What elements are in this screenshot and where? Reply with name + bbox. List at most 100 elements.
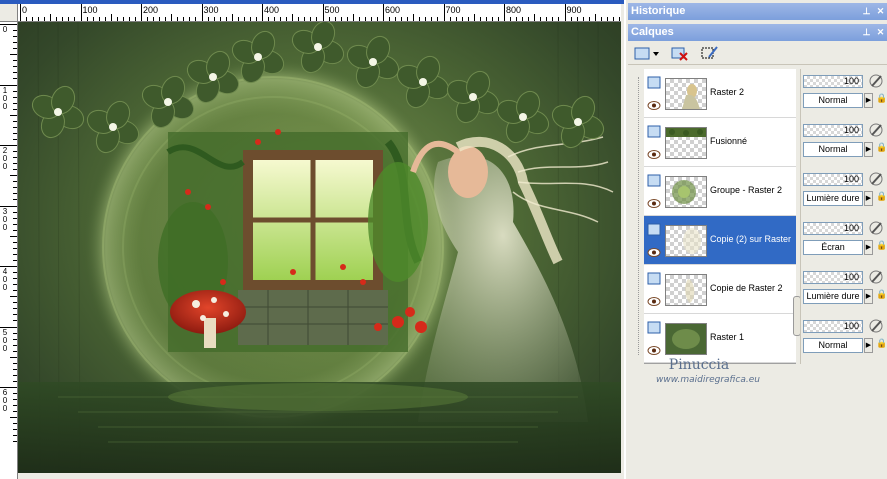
canvas-image[interactable] [18,22,621,473]
watermark-url: www.maidiregrafica.eu [656,375,760,385]
blend-mode-select[interactable]: Lumière dure [803,289,863,304]
pin-icon[interactable]: ⊥ [862,27,871,37]
ruler-minor-tick [13,72,17,74]
edit-selection-button[interactable] [700,44,718,62]
edit-pencil-icon[interactable] [867,171,885,187]
eye-icon[interactable] [647,150,661,159]
opacity-value: 100 [843,125,859,135]
layer-properties: 100 Lumière dure ▶ 🔒 [801,167,887,216]
layer-row[interactable]: Copie (2) sur Raster [644,216,796,265]
ruler-h-label: 200 [143,5,159,15]
ruler-minor-tick [558,17,560,21]
ruler-minor-tick [389,17,391,21]
ruler-minor-tick [13,253,17,255]
right-dock: Historique ⊥ ✕ Calques ⊥ ✕ Raster 2 Fusi… [624,0,887,479]
opacity-slider[interactable]: 100 [803,75,863,88]
ruler-minor-tick [213,17,215,21]
dropdown-arrow-icon[interactable]: ▶ [864,142,873,157]
dropdown-arrow-icon[interactable]: ▶ [864,93,873,108]
ruler-minor-tick [26,17,28,21]
eye-icon[interactable] [647,199,661,208]
tree-guide-line [638,77,639,355]
ruler-h-label: 300 [203,5,219,15]
ruler-minor-tick [491,17,493,21]
layers-panel-header[interactable]: Calques ⊥ ✕ [628,24,887,41]
lock-icon[interactable]: 🔒 [876,94,887,106]
opacity-slider[interactable]: 100 [803,124,863,137]
ruler-minor-tick [13,332,17,334]
layer-row[interactable]: Raster 2 [644,69,796,118]
layer-type-icon [647,76,661,89]
ruler-minor-tick [13,278,17,280]
watermark-name: Pinuccia [668,357,730,373]
ruler-minor-tick [62,17,64,21]
ruler-minor-tick [352,14,354,21]
eye-icon[interactable] [647,297,661,306]
opacity-slider[interactable]: 100 [803,271,863,284]
ruler-minor-tick [540,17,542,21]
ruler-minor-tick [13,199,17,201]
edit-pencil-icon[interactable] [867,220,885,236]
close-icon[interactable]: ✕ [876,6,885,16]
eye-icon[interactable] [647,346,661,355]
history-panel-header[interactable]: Historique ⊥ ✕ [628,3,887,20]
opacity-slider[interactable]: 100 [803,173,863,186]
blend-mode-select[interactable]: Normal [803,338,863,353]
ruler-minor-tick [50,14,52,21]
ruler-minor-tick [13,350,17,352]
opacity-slider[interactable]: 100 [803,320,863,333]
blend-mode-select[interactable]: Écran [803,240,863,255]
edit-pencil-icon[interactable] [867,122,885,138]
layer-row[interactable]: Groupe - Raster 2 [644,167,796,216]
ruler-minor-tick [334,17,336,21]
ruler-minor-tick [473,14,475,21]
lock-icon[interactable]: 🔒 [876,290,887,302]
dropdown-arrow-icon[interactable]: ▶ [864,338,873,353]
edit-pencil-icon[interactable] [867,73,885,89]
layer-row[interactable]: Copie de Raster 2 [644,265,796,314]
opacity-slider[interactable]: 100 [803,222,863,235]
close-icon[interactable]: ✕ [876,27,885,37]
lock-icon[interactable]: 🔒 [876,241,887,253]
edit-pencil-icon[interactable] [867,318,885,334]
ruler-minor-tick [13,344,17,346]
blend-mode-select[interactable]: Normal [803,142,863,157]
ruler-minor-tick [370,17,372,21]
ruler-minor-tick [10,235,17,237]
opacity-value: 100 [843,223,859,233]
lock-icon[interactable]: 🔒 [876,192,887,204]
ruler-minor-tick [431,17,433,21]
eye-icon[interactable] [647,248,661,257]
ruler-minor-tick [522,17,524,21]
ruler-minor-tick [13,247,17,249]
new-layer-button[interactable] [632,44,660,62]
opacity-value: 100 [843,272,859,282]
layer-row[interactable]: Raster 1 [644,314,796,363]
pin-icon[interactable]: ⊥ [862,6,871,16]
blend-mode-select[interactable]: Lumière dure [803,191,863,206]
dropdown-arrow-icon[interactable]: ▶ [864,289,873,304]
ruler-minor-tick [219,17,221,21]
lock-icon[interactable]: 🔒 [876,143,887,155]
ruler-minor-tick [13,151,17,153]
blend-mode-select[interactable]: Normal [803,93,863,108]
layer-type-icon [647,223,661,236]
lock-icon[interactable]: 🔒 [876,339,887,351]
ruler-minor-tick [13,374,17,376]
ruler-minor-tick [153,17,155,21]
ruler-major-tick [504,4,505,21]
dropdown-arrow-icon[interactable]: ▶ [864,191,873,206]
ruler-minor-tick [618,17,620,21]
ruler-minor-tick [328,17,330,21]
ruler-minor-tick [449,17,451,21]
clover-decoration [396,55,450,109]
layer-row[interactable]: Fusionné [644,118,796,167]
ruler-minor-tick [44,17,46,21]
ruler-minor-tick [13,138,17,140]
eye-icon[interactable] [647,101,661,110]
ruler-h-label: 500 [324,5,340,15]
dropdown-arrow-icon[interactable]: ▶ [864,240,873,255]
edit-pencil-icon[interactable] [867,269,885,285]
ruler-minor-tick [13,405,17,407]
delete-layer-button[interactable] [670,44,688,62]
